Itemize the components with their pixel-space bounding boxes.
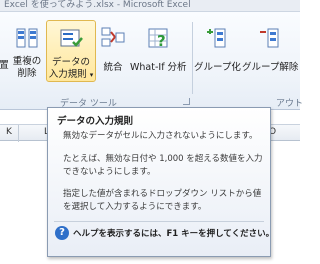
group-icon <box>207 28 226 48</box>
data-validation-tooltip: データの入力規則 無効なデータがセルに入力されないようにします。 たとえば、無効… <box>47 107 274 257</box>
tooltip-help: ? ヘルプを表示するには、F1 キーを押してください。 <box>55 226 274 242</box>
consolidate-label: 統合 <box>103 62 123 73</box>
group-separator <box>192 22 193 94</box>
tooltip-divider <box>54 221 264 222</box>
remove-duplicates-button[interactable]: 重複の 削除 <box>12 20 42 82</box>
consolidate-icon <box>101 27 125 47</box>
ungroup-icon <box>260 28 279 48</box>
chevron-down-icon: ▾ <box>89 71 94 79</box>
data-validation-button[interactable]: データの 入力規則 ▾ <box>46 20 96 82</box>
remove-duplicates-label: 重複の 削除 <box>12 56 42 79</box>
remove-button-fragment[interactable]: 置 <box>0 20 10 82</box>
tooltip-text: 指定した値が含まれるドロップダウン リストから値を選択して入力するようにできます… <box>63 189 262 212</box>
column-header[interactable]: K <box>6 127 12 137</box>
group-button[interactable]: グループ化 <box>194 20 241 82</box>
svg-text:?: ? <box>157 32 166 50</box>
tooltip-title: データの入力規則 <box>57 116 134 127</box>
consolidate-button[interactable]: 統合 <box>100 20 126 82</box>
help-icon: ? <box>55 226 69 240</box>
ungroup-label: グループ解除 <box>242 62 299 73</box>
column-divider <box>18 125 19 142</box>
remove-label: 置 <box>0 60 9 71</box>
outline-group-label: アウト <box>276 99 304 109</box>
remove-duplicates-icon <box>16 28 38 48</box>
dialog-launcher-icon[interactable] <box>183 98 190 105</box>
what-if-analysis-button[interactable]: ? What-If 分析 <box>130 20 187 82</box>
help-text: ヘルプを表示するには、F1 キーを押してください。 <box>73 229 275 239</box>
group-label: グループ化 <box>194 62 241 73</box>
data-validation-icon <box>60 29 83 47</box>
window-title: Excel を使ってみよう.xlsx - Microsoft Excel <box>4 0 191 10</box>
what-if-analysis-label: What-If 分析 <box>130 62 187 73</box>
ungroup-button[interactable]: グループ解除 <box>242 20 299 82</box>
tooltip-text: たとえば、無効な日付や 1,000 を超える数値を入力できないようにします。 <box>63 154 263 177</box>
data-validation-label: データの 入力規則 ▾ <box>48 57 94 80</box>
window-title-bar: Excel を使ってみよう.xlsx - Microsoft Excel <box>0 0 300 12</box>
ribbon-data-tab: 置 重複の 削除 データの 入力規則 ▾ 統合 ? What-If 分析 グルー… <box>0 12 304 110</box>
tooltip-text: 無効なデータがセルに入力されないようにします。 <box>63 131 258 141</box>
what-if-analysis-icon: ? <box>148 28 168 50</box>
